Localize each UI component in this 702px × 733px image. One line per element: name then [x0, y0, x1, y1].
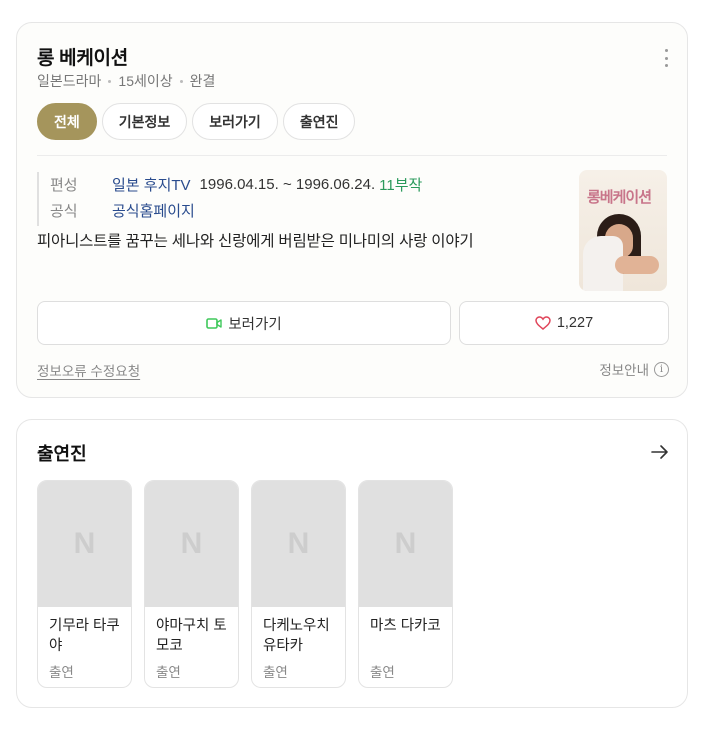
tab-basic-info[interactable]: 기본정보	[101, 103, 188, 140]
arrow-right-icon[interactable]	[651, 444, 669, 460]
cast-member-card[interactable]: N 다케노우치 유타카 출연	[251, 480, 346, 688]
cast-list: N 기무라 타쿠야 출연 N 야마구치 토모코 출연 N 다케노우치 유타카 출…	[37, 480, 453, 688]
meta-rating: 15세이상	[118, 73, 173, 89]
like-count: 1,227	[556, 315, 594, 331]
cast-photo-placeholder: N	[252, 481, 345, 607]
tab-bar: 전체 기본정보 보러가기 출연진	[37, 103, 356, 140]
meta-genre: 일본드라마	[37, 73, 102, 89]
like-button[interactable]: 1,227	[459, 301, 669, 345]
tab-cast[interactable]: 출연진	[282, 103, 356, 140]
episode-count: 11부작	[379, 176, 423, 194]
watch-button-label: 보러가기	[228, 316, 282, 333]
broadcast-row: 편성 일본 후지TV 1996.04.15. ~ 1996.06.24. 11부…	[37, 171, 557, 200]
official-label: 공식	[37, 197, 112, 226]
placeholder-logo: N	[287, 527, 310, 560]
cast-section-title: 출연진	[37, 444, 87, 464]
cast-member-name: 마츠 다카코	[370, 618, 441, 634]
info-notice[interactable]: 정보안내 i	[599, 359, 669, 379]
cast-card: 출연진 N 기무라 타쿠야 출연 N 야마구치 토모코 출연 N 다케노우치 유…	[16, 419, 688, 708]
placeholder-logo: N	[394, 527, 417, 560]
meta-separator	[179, 79, 183, 83]
cast-photo-placeholder: N	[145, 481, 238, 607]
cast-member-card[interactable]: N 야마구치 토모코 출연	[144, 480, 239, 688]
official-homepage-link[interactable]: 공식홈페이지	[112, 200, 195, 221]
more-options-icon[interactable]	[661, 49, 671, 67]
cast-member-role: 출연	[370, 665, 395, 680]
cast-member-name: 다케노우치 유타카	[263, 618, 330, 654]
poster-arm	[615, 256, 659, 274]
synopsis: 피아니스트를 꿈꾸는 세나와 신랑에게 버림받은 미나미의 사랑 이야기	[37, 233, 474, 250]
placeholder-logo: N	[180, 527, 203, 560]
cast-member-role: 출연	[156, 665, 181, 680]
divider	[37, 155, 667, 156]
tab-watch[interactable]: 보러가기	[192, 103, 278, 140]
cast-member-card[interactable]: N 마츠 다카코 출연	[358, 480, 453, 688]
info-rows: 편성 일본 후지TV 1996.04.15. ~ 1996.06.24. 11부…	[37, 171, 557, 226]
poster-image[interactable]: 롱베케이션	[579, 170, 667, 291]
action-buttons: 보러가기 1,227	[37, 301, 669, 345]
poster-title: 롱베케이션	[587, 189, 652, 206]
meta-separator	[108, 79, 112, 83]
cast-member-name: 기무라 타쿠야	[49, 618, 120, 654]
meta-status: 완결	[189, 73, 216, 89]
info-icon: i	[654, 361, 669, 377]
tab-all[interactable]: 전체	[37, 103, 97, 140]
broadcast-label: 편성	[37, 171, 112, 200]
drama-title: 롱 베케이션	[37, 48, 128, 69]
watch-button[interactable]: 보러가기	[37, 301, 451, 345]
cast-photo-placeholder: N	[38, 481, 131, 607]
official-row: 공식 공식홈페이지	[37, 197, 557, 226]
drama-info-card: 롱 베케이션 일본드라마 15세이상 완결 전체 기본정보 보러가기 출연진 편…	[16, 22, 688, 398]
report-error-link[interactable]: 정보오류 수정요청	[37, 360, 140, 380]
cast-member-card[interactable]: N 기무라 타쿠야 출연	[37, 480, 132, 688]
broadcaster-link[interactable]: 일본 후지TV	[112, 174, 191, 195]
cast-member-role: 출연	[49, 665, 74, 680]
cast-member-role: 출연	[263, 665, 288, 680]
broadcast-dates: 1996.04.15. ~ 1996.06.24.	[199, 175, 376, 193]
cast-photo-placeholder: N	[359, 481, 452, 607]
drama-meta: 일본드라마 15세이상 완결	[37, 71, 215, 91]
video-camera-icon	[206, 317, 223, 329]
cast-member-name: 야마구치 토모코	[156, 618, 227, 654]
placeholder-logo: N	[73, 527, 96, 560]
heart-icon	[535, 316, 551, 330]
info-notice-label: 정보안내	[599, 363, 649, 378]
